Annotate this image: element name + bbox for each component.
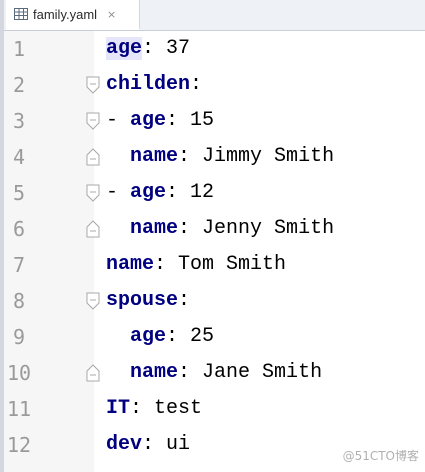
yaml-value: Jimmy Smith [202,145,335,168]
fold-end-icon[interactable] [86,220,100,238]
yaml-value: Jane Smith [202,361,323,384]
tab-family-yaml[interactable]: family.yaml × [6,0,140,30]
yaml-key: name [130,145,179,168]
editor-tab-bar: family.yaml × [4,0,425,31]
line-number: 9 [12,325,26,349]
code-line[interactable]: 10 name: Jane Smith [0,355,425,391]
yaml-key: childen [106,73,191,96]
yaml-key: dev [106,433,143,456]
yaml-separator: : [190,73,203,96]
table-icon [14,8,28,20]
yaml-key: age [106,37,143,60]
line-number: 6 [12,217,26,241]
line-number: 4 [12,145,26,169]
tab-filename: family.yaml [33,6,98,22]
yaml-separator: : [130,397,155,420]
yaml-separator: : [142,433,167,456]
code-line[interactable]: 8 spouse: [0,283,425,319]
line-number: 5 [12,181,26,205]
code-text: IT: test [106,391,202,427]
code-text: name: Jimmy Smith [106,139,334,175]
yaml-separator: : [166,109,191,132]
yaml-separator: : [178,145,203,168]
code-text: age: 37 [106,31,190,67]
line-number: 10 [6,361,32,385]
yaml-key: name [106,253,155,276]
yaml-key: name [130,217,179,240]
code-text: dev: ui [106,427,190,463]
yaml-value: test [154,397,203,420]
code-text: - age: 15 [106,103,214,139]
yaml-value: 37 [166,37,191,60]
code-line[interactable]: 4 name: Jimmy Smith [0,139,425,175]
watermark: @51CTO博客 [342,449,419,463]
code-text: age: 25 [106,319,214,355]
yaml-separator: : [178,289,191,312]
code-line[interactable]: 5 - age: 12 [0,175,425,211]
code-line[interactable]: 1 age: 37 [0,31,425,67]
yaml-separator: : [154,253,179,276]
code-line[interactable]: 11 IT: test [0,391,425,427]
code-line[interactable]: 2 childen: [0,67,425,103]
code-text: name: Jenny Smith [106,211,334,247]
fold-end-icon[interactable] [86,148,100,166]
fold-end-icon[interactable] [86,364,100,382]
code-text: name: Jane Smith [106,355,322,391]
yaml-key: age [130,109,167,132]
line-number: 3 [12,109,26,133]
yaml-separator: : [166,325,191,348]
line-number: 12 [6,433,32,457]
yaml-value: Tom Smith [178,253,287,276]
yaml-key: age [130,181,167,204]
fold-start-icon[interactable] [86,292,100,310]
line-number: 2 [12,73,26,97]
code-line[interactable]: 9 age: 25 [0,319,425,355]
yaml-separator: : [178,217,203,240]
code-line[interactable]: 6 name: Jenny Smith [0,211,425,247]
yaml-value: 25 [190,325,215,348]
list-dash: - [106,109,131,132]
fold-start-icon[interactable] [86,112,100,130]
line-number: 11 [6,397,32,421]
line-number: 1 [12,37,26,61]
code-text: - age: 12 [106,175,214,211]
yaml-value: 15 [190,109,215,132]
yaml-key: spouse [106,289,179,312]
yaml-key: IT [106,397,131,420]
fold-start-icon[interactable] [86,184,100,202]
close-icon[interactable]: × [107,8,116,21]
yaml-key: name [130,361,179,384]
code-text: name: Tom Smith [106,247,286,283]
list-dash: - [106,181,131,204]
line-number: 8 [12,289,26,313]
yaml-value: ui [166,433,191,456]
code-text: spouse: [106,283,190,319]
yaml-separator: : [178,361,203,384]
code-text: childen: [106,67,202,103]
yaml-value: 12 [190,181,215,204]
fold-start-icon[interactable] [86,76,100,94]
yaml-key: age [130,325,167,348]
yaml-value: Jenny Smith [202,217,335,240]
code-line[interactable]: 7 name: Tom Smith [0,247,425,283]
yaml-separator: : [142,37,167,60]
yaml-separator: : [166,181,191,204]
line-number: 7 [12,253,26,277]
code-line[interactable]: 3 - age: 15 [0,103,425,139]
